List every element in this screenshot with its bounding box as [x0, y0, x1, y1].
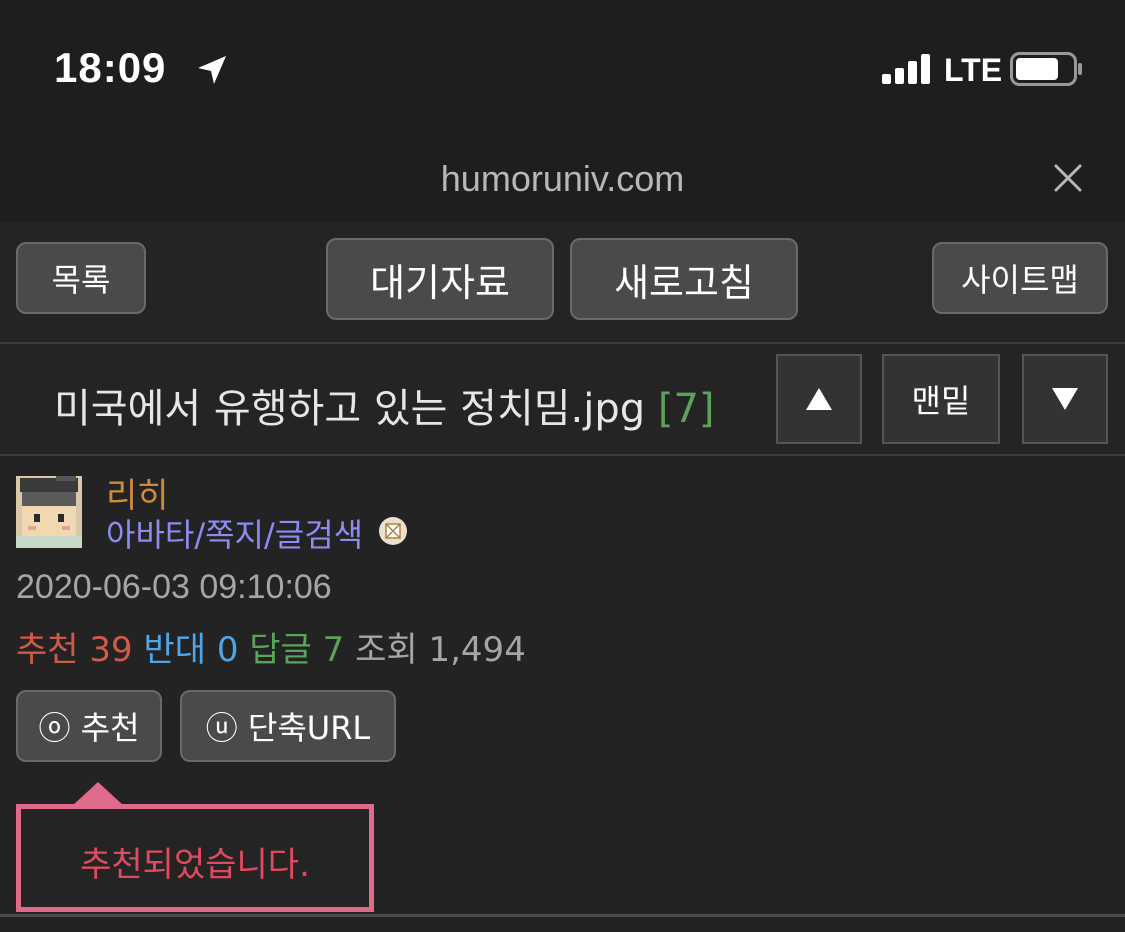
- battery-icon: [1010, 52, 1082, 86]
- signal-icon: [882, 54, 930, 84]
- pending-button[interactable]: 대기자료: [326, 238, 554, 320]
- up-triangle-icon: [806, 388, 832, 410]
- post-date: 2020-06-03 09:10:06: [16, 568, 332, 606]
- status-time: 18:09: [54, 44, 167, 91]
- divider: [0, 914, 1125, 917]
- status-bar: 18:09 LTE: [0, 0, 1125, 130]
- list-button[interactable]: 목록: [16, 242, 146, 314]
- post-title-bar: 미국에서 유행하고 있는 정치밈.jpg [7] 맨밑: [0, 344, 1125, 456]
- reply-label: 답글: [249, 630, 312, 670]
- post-body: 리히 아바타/쪽지/글검색 2020-06-03 09:10:06 추천 39 …: [0, 456, 1125, 932]
- recommend-label: 추천: [16, 630, 79, 670]
- toast-message: 추천되었습니다.: [80, 845, 310, 885]
- oppose-label: 반대: [143, 630, 207, 670]
- recommend-button[interactable]: ⓞ 추천: [16, 690, 162, 762]
- author-links[interactable]: 아바타/쪽지/글검색: [106, 510, 363, 556]
- network-label: LTE: [944, 52, 1003, 88]
- post-title-text: 미국에서 유행하고 있는 정치밈.jpg: [54, 386, 646, 432]
- board-toolbar: 목록 대기자료 새로고침 사이트맵: [0, 222, 1125, 344]
- scroll-down-button[interactable]: [1022, 354, 1108, 444]
- recommend-count: 39: [89, 630, 133, 670]
- scroll-bottom-button[interactable]: 맨밑: [882, 354, 1000, 444]
- oppose-count: 0: [216, 630, 239, 670]
- sitemap-button[interactable]: 사이트맵: [932, 242, 1108, 314]
- browser-url-bar: humoruniv.com: [0, 130, 1125, 222]
- views-count: 1,494: [428, 630, 526, 670]
- url-text[interactable]: humoruniv.com: [0, 158, 1125, 200]
- post-title: 미국에서 유행하고 있는 정치밈.jpg [7]: [54, 376, 715, 434]
- location-arrow-icon: [198, 56, 226, 84]
- comment-count[interactable]: [7]: [658, 386, 715, 432]
- views-label: 조회: [355, 630, 418, 670]
- down-triangle-icon: [1052, 388, 1078, 410]
- post-stats: 추천 39 반대 0 답글 7 조회 1,494: [16, 622, 526, 671]
- mail-icon[interactable]: [378, 516, 408, 546]
- close-icon[interactable]: [1050, 160, 1086, 196]
- recommend-toast: 추천되었습니다.: [16, 804, 374, 912]
- avatar[interactable]: [16, 476, 82, 548]
- short-url-button[interactable]: ⓤ 단축URL: [180, 690, 396, 762]
- scroll-top-button[interactable]: [776, 354, 862, 444]
- refresh-button[interactable]: 새로고침: [570, 238, 798, 320]
- reply-count: 7: [322, 630, 345, 670]
- toast-arrow: [72, 782, 124, 806]
